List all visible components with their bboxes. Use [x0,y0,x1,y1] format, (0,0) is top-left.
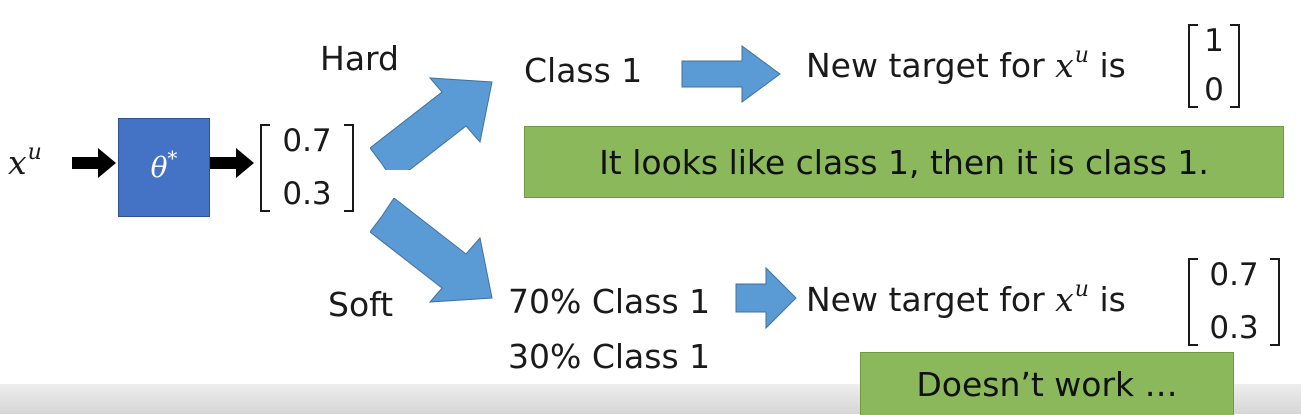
soft-note-text: Doesn’t work … [916,364,1178,404]
soft-target-arrow-icon [735,266,797,330]
soft-target-variable: x [1055,280,1074,319]
soft-target-vector-value-1: 0.7 [1209,257,1259,293]
soft-class-line-1: 70% Class 1 [508,282,711,321]
hard-class-text: Class 1 [524,51,643,90]
hard-target-suffix: is [1088,46,1126,85]
input-base: x [8,143,27,182]
soft-target-prefix: New target for [806,280,1056,319]
soft-note-box: Doesn’t work … [860,352,1234,415]
output-vector-value-2: 0.3 [282,176,332,212]
output-arrow-icon [210,148,254,178]
hard-label: Hard [320,39,399,78]
output-vector: 0.7 0.3 [260,124,354,212]
model-superscript: * [167,145,178,170]
hard-note-text: It looks like class 1, then it is class … [599,142,1209,182]
soft-target-superscript: u [1074,277,1089,302]
hard-target-arrow-icon [681,45,781,103]
input-superscript: u [27,140,42,165]
soft-label: Soft [328,285,394,324]
soft-class-line-2: 30% Class 1 [508,337,711,376]
hard-target-superscript: u [1074,43,1089,68]
hard-target-text: New target for xu is [806,45,1126,85]
input-arrow-icon [72,148,116,178]
hard-target-vector-value-1: 1 [1204,23,1224,59]
hard-target-prefix: New target for [806,46,1056,85]
hard-target-vector-value-2: 0 [1204,72,1224,108]
output-vector-value-1: 0.7 [282,123,332,159]
soft-target-vector: 0.7 0.3 [1188,258,1280,346]
soft-target-text: New target for xu is [806,279,1126,319]
model-box: θ * [118,118,210,217]
hard-target-variable: x [1055,46,1074,85]
model-symbol: θ [150,151,168,184]
soft-target-suffix: is [1088,280,1126,319]
hard-note-box: It looks like class 1, then it is class … [524,126,1284,198]
soft-target-vector-value-2: 0.3 [1209,310,1259,346]
hard-target-vector: 1 0 [1188,24,1240,108]
input-variable: xu [8,142,42,182]
